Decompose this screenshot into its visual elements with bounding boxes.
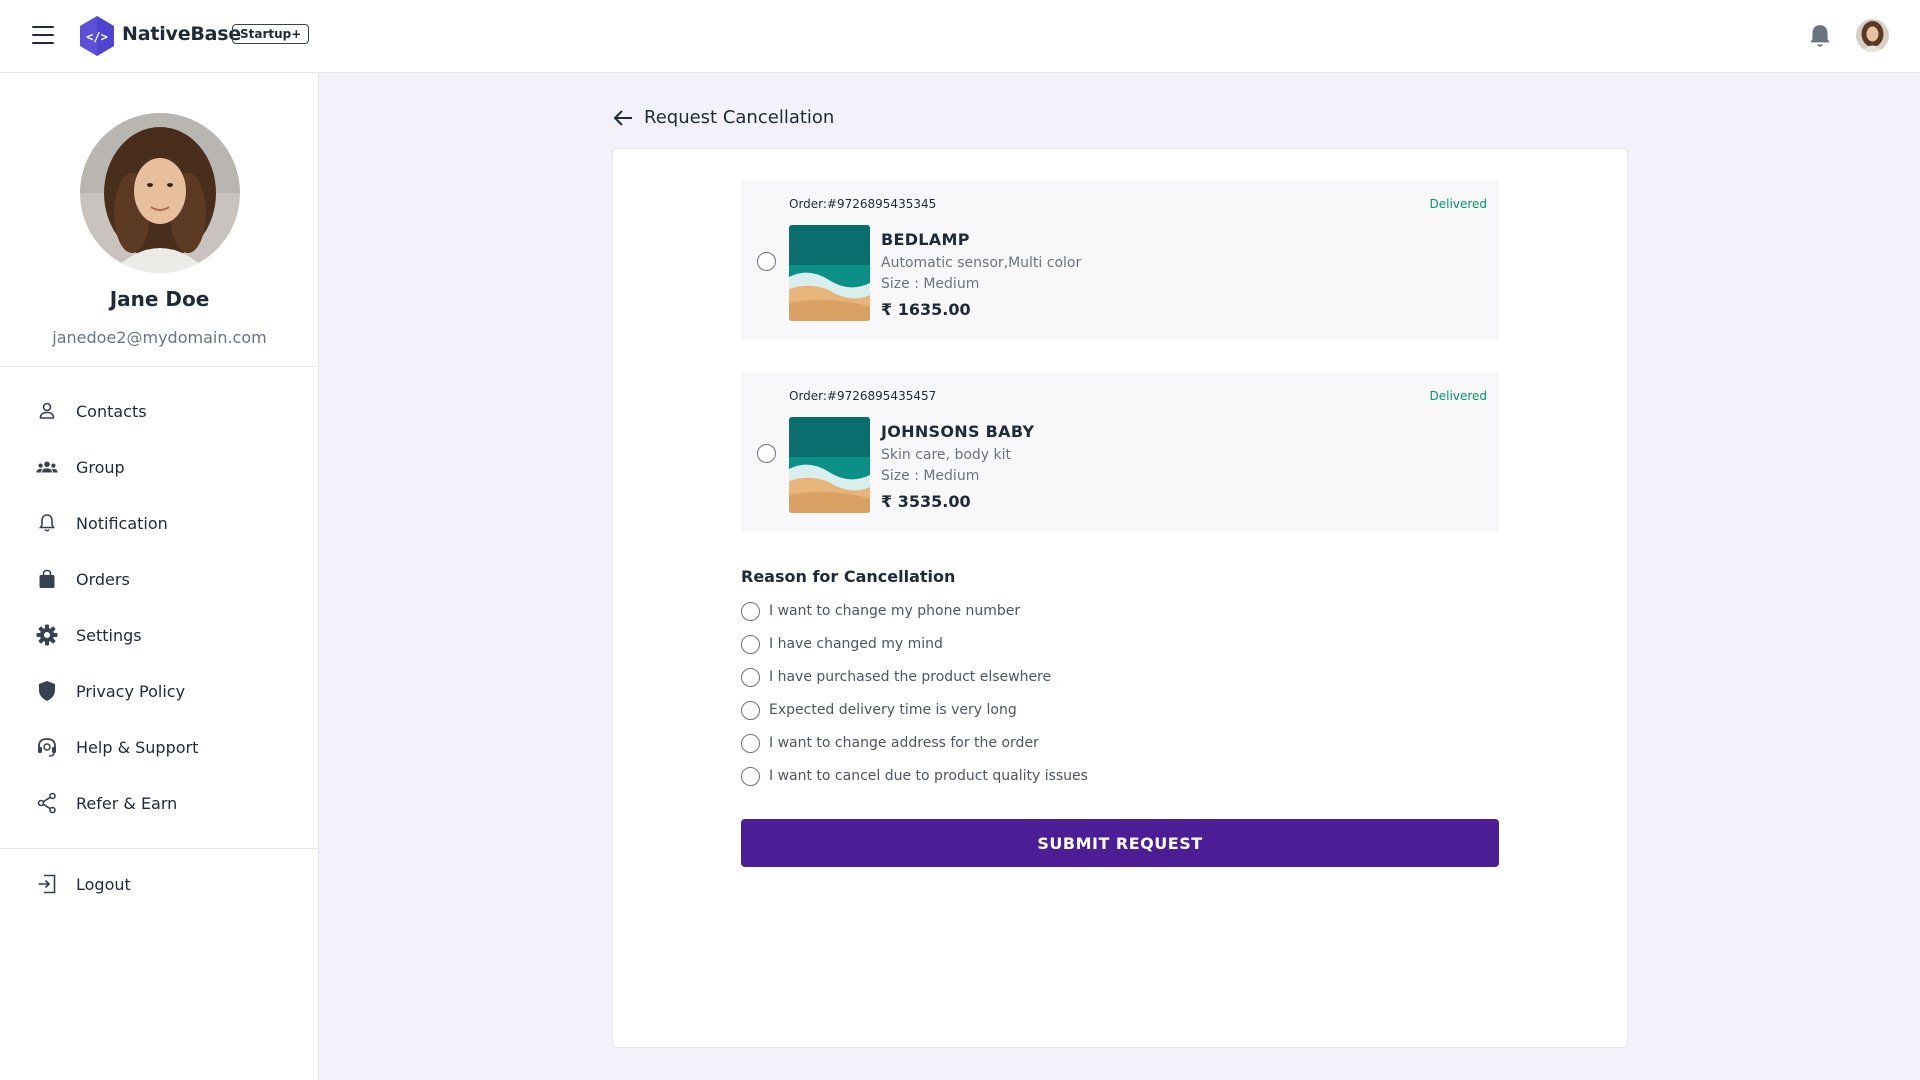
plan-badge: Startup+ <box>232 24 310 44</box>
sidebar-item-label: Contacts <box>76 401 147 421</box>
reason-radio[interactable] <box>741 634 760 654</box>
order-card: Order:#9726895435457 Delivered JOHNSONS … <box>741 372 1499 532</box>
sidebar-item-label: Help & Support <box>76 737 199 757</box>
reason-label: I have changed my mind <box>769 636 943 652</box>
shield-icon <box>36 680 58 702</box>
order-select-radio[interactable] <box>757 252 776 271</box>
reason-label: I have purchased the product elsewhere <box>769 669 1052 685</box>
order-number: Order:#9726895435345 <box>789 197 937 211</box>
logout-icon <box>36 873 58 895</box>
product-size: Size : Medium <box>881 468 980 484</box>
reason-option[interactable]: I have purchased the product elsewhere <box>741 666 1051 688</box>
sidebar-item-label: Settings <box>76 625 142 645</box>
group-icon <box>36 456 58 478</box>
product-price: ₹ 1635.00 <box>881 300 971 319</box>
product-description: Automatic sensor,Multi color <box>881 255 1082 271</box>
sidebar-item-logout[interactable]: Logout <box>0 861 319 907</box>
top-bar: </> NativeBase Startup+ <box>0 0 1920 73</box>
sidebar-item-label: Privacy Policy <box>76 681 186 701</box>
sidebar-item-notification[interactable]: Notification <box>0 500 319 546</box>
reason-label: I want to cancel due to product quality … <box>769 768 1088 784</box>
notification-bell-icon[interactable] <box>1807 23 1833 51</box>
sidebar-item-help-support[interactable]: Help & Support <box>0 724 319 770</box>
reason-option[interactable]: Expected delivery time is very long <box>741 699 1017 721</box>
nativebase-logo-icon: </> <box>80 16 114 56</box>
product-size: Size : Medium <box>881 276 980 292</box>
product-description: Skin care, body kit <box>881 447 1012 463</box>
profile-name: Jane Doe <box>109 287 210 311</box>
sidebar-item-label: Group <box>76 457 125 477</box>
reason-radio[interactable] <box>741 733 760 753</box>
sidebar-item-contacts[interactable]: Contacts <box>0 388 319 434</box>
menu-icon[interactable] <box>32 26 54 44</box>
product-image <box>789 225 870 321</box>
sidebar-item-settings[interactable]: Settings <box>0 612 319 658</box>
reason-option[interactable]: I want to cancel due to product quality … <box>741 765 1088 787</box>
reason-label: Expected delivery time is very long <box>769 702 1017 718</box>
brand-name: NativeBase <box>122 23 242 45</box>
sidebar-item-label: Logout <box>76 874 131 894</box>
profile-avatar <box>80 113 240 273</box>
sidebar-divider <box>0 366 319 367</box>
back-arrow-icon[interactable] <box>612 107 634 129</box>
submit-request-button[interactable]: SUBMIT REQUEST <box>741 819 1499 867</box>
reason-radio[interactable] <box>741 766 760 786</box>
sidebar-item-label: Orders <box>76 569 130 589</box>
reason-radio[interactable] <box>741 667 760 687</box>
user-icon <box>36 400 58 422</box>
sidebar: Jane Doe janedoe2@mydomain.com Contacts … <box>0 73 319 1080</box>
bell-icon <box>36 512 58 534</box>
sidebar-divider <box>0 848 319 849</box>
product-price: ₹ 3535.00 <box>881 492 971 511</box>
order-select-radio[interactable] <box>757 444 776 463</box>
product-name: BEDLAMP <box>881 230 970 249</box>
svg-text:</>: </> <box>86 30 108 44</box>
gear-icon <box>36 624 58 646</box>
headset-icon <box>36 736 58 758</box>
reason-label: I want to change address for the order <box>769 735 1039 751</box>
shopping-bag-icon <box>36 568 58 590</box>
order-card: Order:#9726895435345 Delivered BEDLAMP A… <box>741 180 1499 340</box>
sidebar-item-label: Notification <box>76 513 168 533</box>
order-number: Order:#9726895435457 <box>789 389 937 403</box>
sidebar-item-label: Refer & Earn <box>76 793 178 813</box>
reason-label: I want to change my phone number <box>769 603 1021 619</box>
profile-email: janedoe2@mydomain.com <box>52 328 267 347</box>
reason-title: Reason for Cancellation <box>741 567 956 586</box>
sidebar-item-orders[interactable]: Orders <box>0 556 319 602</box>
reason-option[interactable]: I want to change address for the order <box>741 732 1039 754</box>
reason-radio[interactable] <box>741 700 760 720</box>
reason-option[interactable]: I want to change my phone number <box>741 600 1020 622</box>
reason-radio[interactable] <box>741 601 760 621</box>
product-name: JOHNSONS BABY <box>881 422 1035 441</box>
share-icon <box>36 792 58 814</box>
reason-option[interactable]: I have changed my mind <box>741 633 943 655</box>
sidebar-item-refer-earn[interactable]: Refer & Earn <box>0 780 319 826</box>
sidebar-item-privacy-policy[interactable]: Privacy Policy <box>0 668 319 714</box>
order-status: Delivered <box>1429 197 1487 211</box>
order-status: Delivered <box>1429 389 1487 403</box>
product-image <box>789 417 870 513</box>
user-avatar[interactable] <box>1856 19 1889 52</box>
page-title: Request Cancellation <box>644 107 835 128</box>
sidebar-item-group[interactable]: Group <box>0 444 319 490</box>
